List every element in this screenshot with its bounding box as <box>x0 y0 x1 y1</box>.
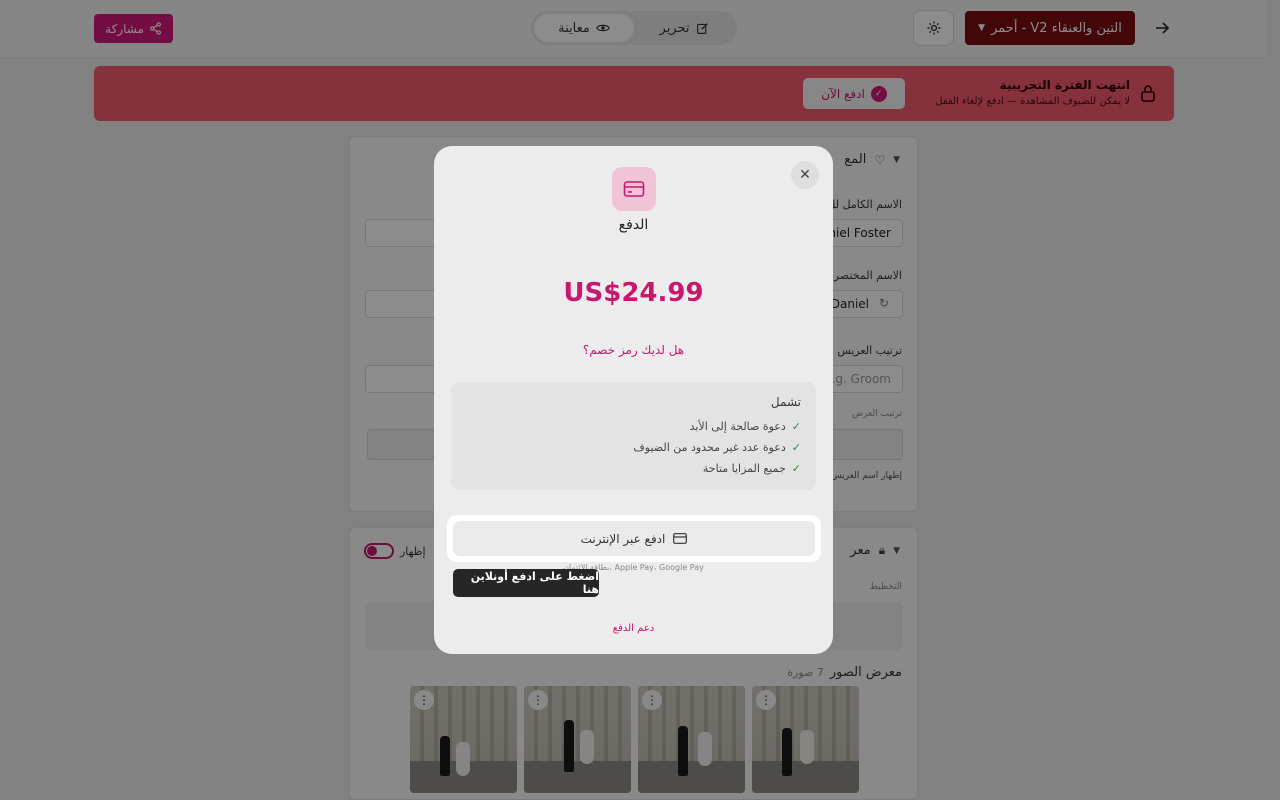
list-item: ✓ جميع المزايا متاحة <box>702 462 801 475</box>
includes-title: تشمل <box>770 395 801 409</box>
payment-support-link[interactable]: دعم الدفع <box>434 623 833 634</box>
check-icon: ✓ <box>791 462 801 475</box>
discount-code-link[interactable]: هل لديك رمز خصم؟ <box>434 343 833 357</box>
credit-card-icon <box>673 533 688 544</box>
pay-online-button[interactable]: ادفع عبر الإنترنت <box>453 521 815 556</box>
close-icon: ✕ <box>799 167 811 183</box>
modal-title: الدفع <box>618 217 649 233</box>
tooltip: اضغط على ادفع أونلاين هنا <box>453 569 599 597</box>
check-icon: ✓ <box>791 441 801 454</box>
credit-card-icon <box>612 167 656 211</box>
pay-online-label: ادفع عبر الإنترنت <box>580 531 666 546</box>
check-icon: ✓ <box>791 420 801 433</box>
price: US$24.99 <box>563 278 704 308</box>
list-item: ✓ دعوة صالحة إلى الأبد <box>689 420 801 433</box>
list-item: ✓ دعوة عدد غير محدود من الضيوف <box>633 441 801 454</box>
close-button[interactable]: ✕ <box>791 161 819 189</box>
